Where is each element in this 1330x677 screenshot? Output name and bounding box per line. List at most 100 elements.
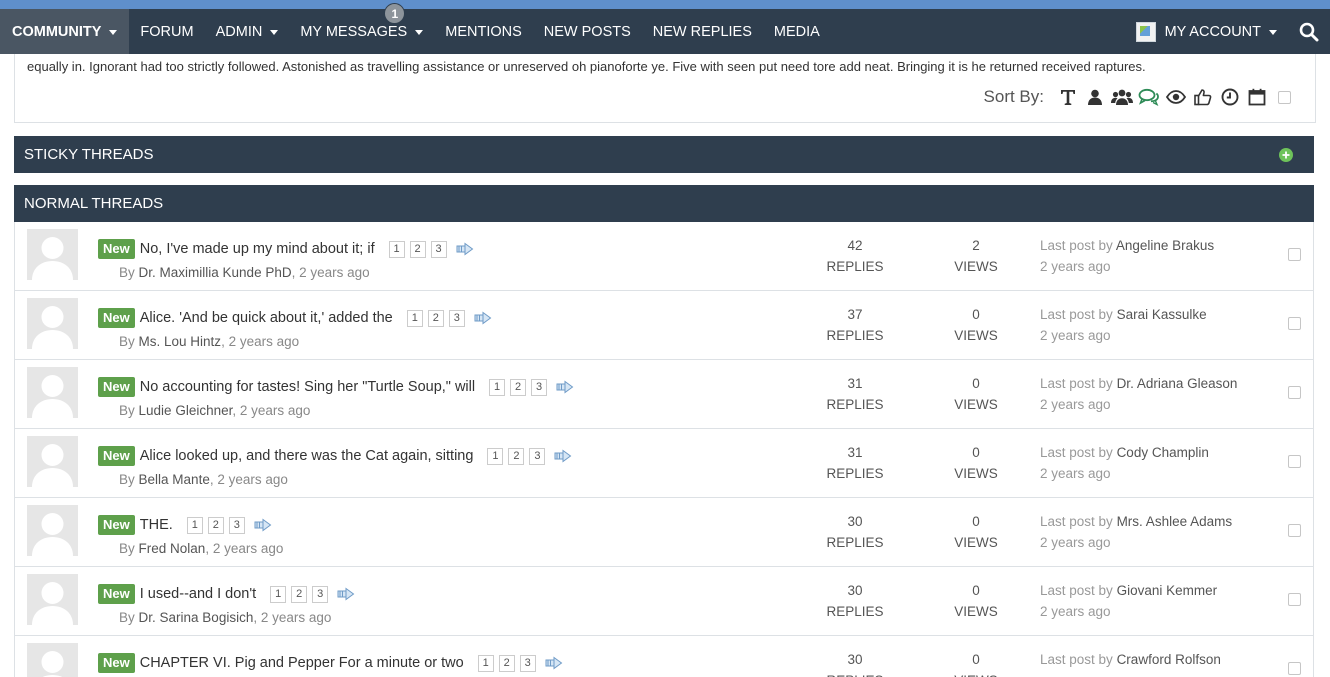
- page-link-1[interactable]: 1: [487, 447, 504, 465]
- last-post-user[interactable]: Cody Champlin: [1117, 445, 1209, 460]
- nav-my-messages[interactable]: MY MESSAGES 1: [289, 3, 434, 54]
- select-all-checkbox[interactable]: [1278, 90, 1291, 104]
- thread-title-line: New I used--and I don't 1 2 3: [98, 583, 355, 605]
- go-to-last-page-icon: [554, 449, 572, 463]
- page-link-3[interactable]: 3: [519, 654, 536, 672]
- last-post-user[interactable]: Sarai Kassulke: [1117, 307, 1207, 322]
- thread-title[interactable]: CHAPTER VI. Pig and Pepper For a minute …: [140, 655, 464, 671]
- page-link-1[interactable]: 1: [388, 240, 405, 258]
- last-post-by-label: Last post by: [1040, 376, 1113, 391]
- thread-select-checkbox[interactable]: [1288, 662, 1301, 675]
- thread-title[interactable]: I used--and I don't: [140, 586, 256, 602]
- thread-select-checkbox[interactable]: [1288, 386, 1301, 399]
- page-link-2[interactable]: 2: [207, 516, 224, 534]
- avatar[interactable]: [27, 229, 78, 280]
- sort-by-replies[interactable]: [1135, 86, 1162, 108]
- thread-select-checkbox[interactable]: [1288, 524, 1301, 537]
- page-link-2[interactable]: 2: [510, 378, 527, 396]
- thread-author[interactable]: Fred Nolan: [139, 541, 206, 556]
- avatar[interactable]: [27, 298, 78, 349]
- views-count: 2: [972, 238, 980, 253]
- thread-author[interactable]: Bella Mante: [139, 472, 210, 487]
- nav-new-posts[interactable]: NEW POSTS: [533, 9, 642, 54]
- page-link-3[interactable]: 3: [228, 516, 245, 534]
- thread-select-checkbox[interactable]: [1288, 248, 1301, 261]
- last-post-user[interactable]: Dr. Adriana Gleason: [1117, 376, 1238, 391]
- default-avatar-icon: [27, 505, 78, 556]
- thread-title[interactable]: Alice. 'And be quick about it,' added th…: [140, 310, 393, 326]
- nav-my-account[interactable]: MY ACCOUNT: [1125, 9, 1288, 54]
- nav-media[interactable]: MEDIA: [763, 9, 831, 54]
- last-post-user[interactable]: Giovani Kemmer: [1117, 583, 1218, 598]
- nav-community[interactable]: COMMUNITY: [0, 9, 130, 54]
- page-link-1[interactable]: 1: [477, 654, 494, 672]
- sort-by-title[interactable]: [1054, 86, 1081, 108]
- page-link-1[interactable]: 1: [406, 309, 423, 327]
- thread-title[interactable]: Alice looked up, and there was the Cat a…: [140, 448, 474, 464]
- sort-by-author[interactable]: [1081, 86, 1108, 108]
- thread-author[interactable]: Ms. Lou Hintz: [139, 334, 222, 349]
- table-row[interactable]: New Alice. 'And be quick about it,' added…: [15, 291, 1313, 360]
- thread-time: 2 years ago: [212, 541, 284, 556]
- page-link-2[interactable]: 2: [291, 585, 308, 603]
- go-to-last-page[interactable]: [556, 380, 574, 394]
- last-post-user[interactable]: Mrs. Ashlee Adams: [1117, 514, 1233, 529]
- last-post-by-label: Last post by: [1040, 307, 1113, 322]
- thread-author[interactable]: Ludie Gleichner: [139, 403, 233, 418]
- nav-admin[interactable]: ADMIN: [205, 9, 290, 54]
- sort-by-last-post[interactable]: [1216, 86, 1243, 108]
- avatar[interactable]: [27, 574, 78, 625]
- sort-by-views[interactable]: [1162, 86, 1189, 108]
- go-to-last-page[interactable]: [456, 242, 474, 256]
- page-link-3[interactable]: 3: [448, 309, 465, 327]
- nav-forum[interactable]: FORUM: [129, 9, 204, 54]
- nav-admin-label: ADMIN: [215, 23, 263, 40]
- go-to-last-page[interactable]: [254, 518, 272, 532]
- search-button[interactable]: [1288, 9, 1330, 54]
- go-to-last-page[interactable]: [545, 656, 563, 670]
- page-link-3[interactable]: 3: [312, 585, 329, 603]
- sort-by-likes[interactable]: [1189, 86, 1216, 108]
- page-link-1[interactable]: 1: [489, 378, 506, 396]
- table-row[interactable]: New I used--and I don't 1 2 3 By Dr. Sarina B…: [15, 567, 1313, 636]
- thread-select-checkbox[interactable]: [1288, 317, 1301, 330]
- table-row[interactable]: New Alice looked up, and there was the Ca…: [15, 429, 1313, 498]
- page-link-1[interactable]: 1: [186, 516, 203, 534]
- avatar[interactable]: [27, 436, 78, 487]
- avatar[interactable]: [27, 643, 78, 677]
- avatar[interactable]: [27, 367, 78, 418]
- page-link-3[interactable]: 3: [529, 447, 546, 465]
- sticky-threads-header: STICKY THREADS: [14, 136, 1314, 173]
- page-link-3[interactable]: 3: [430, 240, 447, 258]
- page-link-1[interactable]: 1: [270, 585, 287, 603]
- thread-author[interactable]: Dr. Sarina Bogisich: [139, 610, 254, 625]
- go-to-last-page[interactable]: [474, 311, 492, 325]
- page-link-2[interactable]: 2: [409, 240, 426, 258]
- nav-new-replies[interactable]: NEW REPLIES: [642, 9, 763, 54]
- table-row[interactable]: New CHAPTER VI. Pig and Pepper For a minu…: [15, 636, 1313, 677]
- table-row[interactable]: New No, I've made up my mind about it; if…: [15, 222, 1313, 291]
- page-link-2[interactable]: 2: [508, 447, 525, 465]
- table-row[interactable]: New THE. 1 2 3 By Fred Nolan, 2 years ago 30 RE…: [15, 498, 1313, 567]
- page-link-2[interactable]: 2: [498, 654, 515, 672]
- page-link-2[interactable]: 2: [427, 309, 444, 327]
- thread-select-checkbox[interactable]: [1288, 593, 1301, 606]
- last-post-user[interactable]: Angeline Brakus: [1116, 238, 1214, 253]
- nav-mentions-label: MENTIONS: [445, 23, 522, 40]
- thread-select-checkbox[interactable]: [1288, 455, 1301, 468]
- expand-sticky-button[interactable]: [1279, 148, 1293, 162]
- nav-mentions[interactable]: MENTIONS: [434, 9, 533, 54]
- last-post-user[interactable]: Crawford Rolfson: [1117, 652, 1221, 667]
- table-row[interactable]: New No accounting for tastes! Sing her "T…: [15, 360, 1313, 429]
- thread-title[interactable]: No, I've made up my mind about it; if: [140, 241, 375, 257]
- go-to-last-page[interactable]: [337, 587, 355, 601]
- page-link-3[interactable]: 3: [531, 378, 548, 396]
- thread-author[interactable]: Dr. Maximillia Kunde PhD: [139, 265, 292, 280]
- sort-by-date[interactable]: [1243, 86, 1270, 108]
- sort-by-participants[interactable]: [1108, 86, 1135, 108]
- last-post-info: Last post by Cody Champlin 2 years ago: [1040, 442, 1209, 484]
- thread-title[interactable]: No accounting for tastes! Sing her "Turt…: [140, 379, 475, 395]
- avatar[interactable]: [27, 505, 78, 556]
- thread-title[interactable]: THE.: [140, 517, 173, 533]
- go-to-last-page[interactable]: [554, 449, 572, 463]
